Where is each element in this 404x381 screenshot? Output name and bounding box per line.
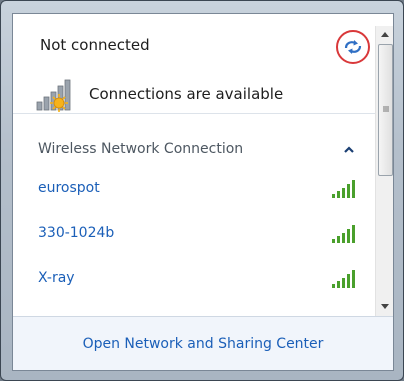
footer: Open Network and Sharing Center xyxy=(13,316,393,370)
scroll-up-arrow-icon[interactable] xyxy=(376,26,394,43)
chevron-up-icon[interactable] xyxy=(341,142,357,158)
refresh-button[interactable] xyxy=(336,30,370,64)
network-flyout: Not connected Connections are available … xyxy=(0,0,404,381)
signal-strength-icon xyxy=(332,225,355,243)
scroll-thumb[interactable] xyxy=(378,44,393,176)
connections-available-text: Connections are available xyxy=(89,85,284,103)
scroll-down-arrow-icon[interactable] xyxy=(376,298,394,315)
signal-strength-icon xyxy=(332,270,355,288)
flyout-panel: Not connected Connections are available … xyxy=(12,13,394,371)
signal-strength-icon xyxy=(332,180,355,198)
grip-icon xyxy=(383,106,389,112)
connections-available-row: Connections are available xyxy=(35,76,283,112)
network-name: 330-1024b xyxy=(38,225,115,241)
network-item-x-ray[interactable]: X-ray xyxy=(13,264,375,300)
connection-status-text: Not connected xyxy=(40,36,150,54)
network-name: eurospot xyxy=(38,180,100,196)
network-name: X-ray xyxy=(38,270,75,286)
network-available-icon xyxy=(35,76,81,112)
network-item-330-1024b[interactable]: 330-1024b xyxy=(13,219,375,255)
scrollbar[interactable] xyxy=(375,26,394,316)
list-divider xyxy=(13,113,375,114)
refresh-icon xyxy=(344,40,362,54)
network-item-eurospot[interactable]: eurospot xyxy=(13,174,375,210)
section-title: Wireless Network Connection xyxy=(38,141,244,157)
open-network-sharing-center-link[interactable]: Open Network and Sharing Center xyxy=(13,336,393,352)
